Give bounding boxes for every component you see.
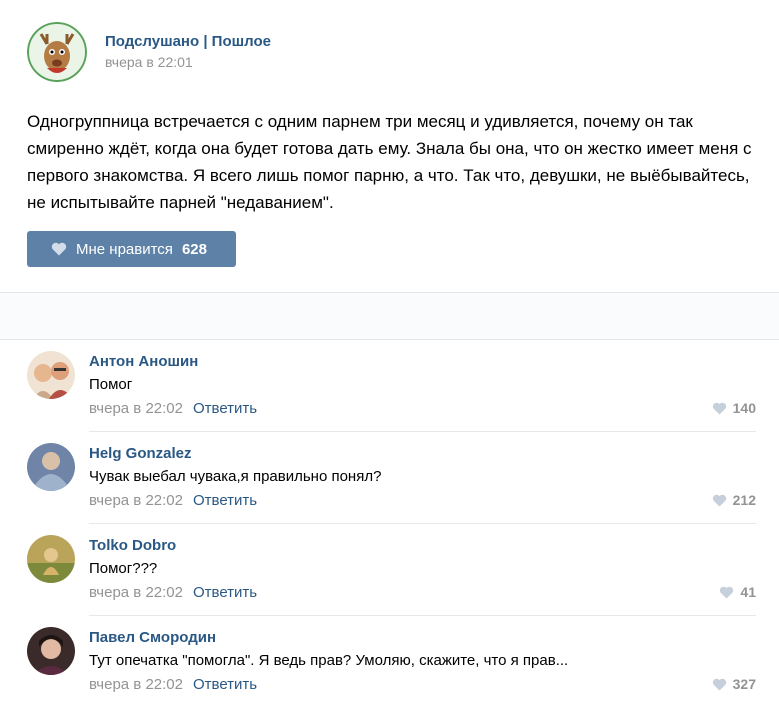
reply-button[interactable]: Ответить	[193, 492, 257, 509]
commenter-avatar[interactable]	[27, 443, 75, 491]
post: Подслушано | Пошлое вчера в 22:01 Одногр…	[0, 0, 779, 292]
comment-timestamp[interactable]: вчера в 22:02	[89, 400, 183, 417]
commenter-avatar[interactable]	[27, 351, 75, 399]
comment: Антон Аношин Помог вчера в 22:02 Ответит…	[0, 340, 779, 432]
reply-button[interactable]: Ответить	[193, 676, 257, 693]
comment-like-button[interactable]: 327	[712, 676, 756, 692]
comment-timestamp[interactable]: вчера в 22:02	[89, 676, 183, 693]
like-label: Мне нравится	[76, 240, 173, 258]
comment-like-count: 212	[732, 492, 756, 508]
like-button[interactable]: Мне нравится 628	[27, 231, 236, 267]
comment-text: Помог???	[89, 560, 158, 577]
heart-icon	[51, 242, 67, 256]
comment-timestamp[interactable]: вчера в 22:02	[89, 492, 183, 509]
comment: Павел Смородин Тут опечатка "помогла". Я…	[0, 616, 779, 708]
commenter-name[interactable]: Антон Аношин	[89, 353, 198, 370]
comment-like-count: 327	[732, 676, 756, 692]
community-avatar[interactable]	[27, 22, 87, 82]
heart-icon	[712, 494, 726, 507]
post-text: Одногруппница встречается с одним парнем…	[27, 112, 752, 212]
commenter-name[interactable]: Павел Смородин	[89, 629, 216, 646]
heart-icon	[720, 586, 734, 599]
comment-like-button[interactable]: 41	[719, 584, 756, 600]
heart-icon	[712, 678, 726, 691]
commenter-avatar[interactable]	[27, 627, 75, 675]
commenter-avatar[interactable]	[27, 535, 75, 583]
comment-like-button[interactable]: 212	[712, 492, 756, 508]
comment-timestamp[interactable]: вчера в 22:02	[89, 584, 183, 601]
commenter-name[interactable]: Tolko Dobro	[89, 537, 176, 554]
comment-like-count: 41	[740, 584, 756, 600]
heart-icon	[712, 402, 726, 415]
reply-button[interactable]: Ответить	[193, 584, 257, 601]
comment: Tolko Dobro Помог??? вчера в 22:02 Ответ…	[0, 524, 779, 616]
reply-button[interactable]: Ответить	[193, 400, 257, 417]
section-divider	[0, 292, 779, 340]
commenter-name[interactable]: Helg Gonzalez	[89, 445, 192, 462]
comment-like-count: 140	[732, 400, 756, 416]
comment-text: Чувак выебал чувака,я правильно понял?	[89, 468, 382, 485]
post-timestamp[interactable]: вчера в 22:01	[105, 54, 193, 70]
comment: Helg Gonzalez Чувак выебал чувака,я прав…	[0, 432, 779, 524]
comment-text: Помог	[89, 376, 133, 393]
comment-text: Тут опечатка "помогла". Я ведь прав? Умо…	[89, 652, 569, 669]
like-count: 628	[181, 240, 207, 258]
comment-like-button[interactable]: 140	[712, 400, 756, 416]
post-author-link[interactable]: Подслушано | Пошлое	[105, 33, 271, 50]
